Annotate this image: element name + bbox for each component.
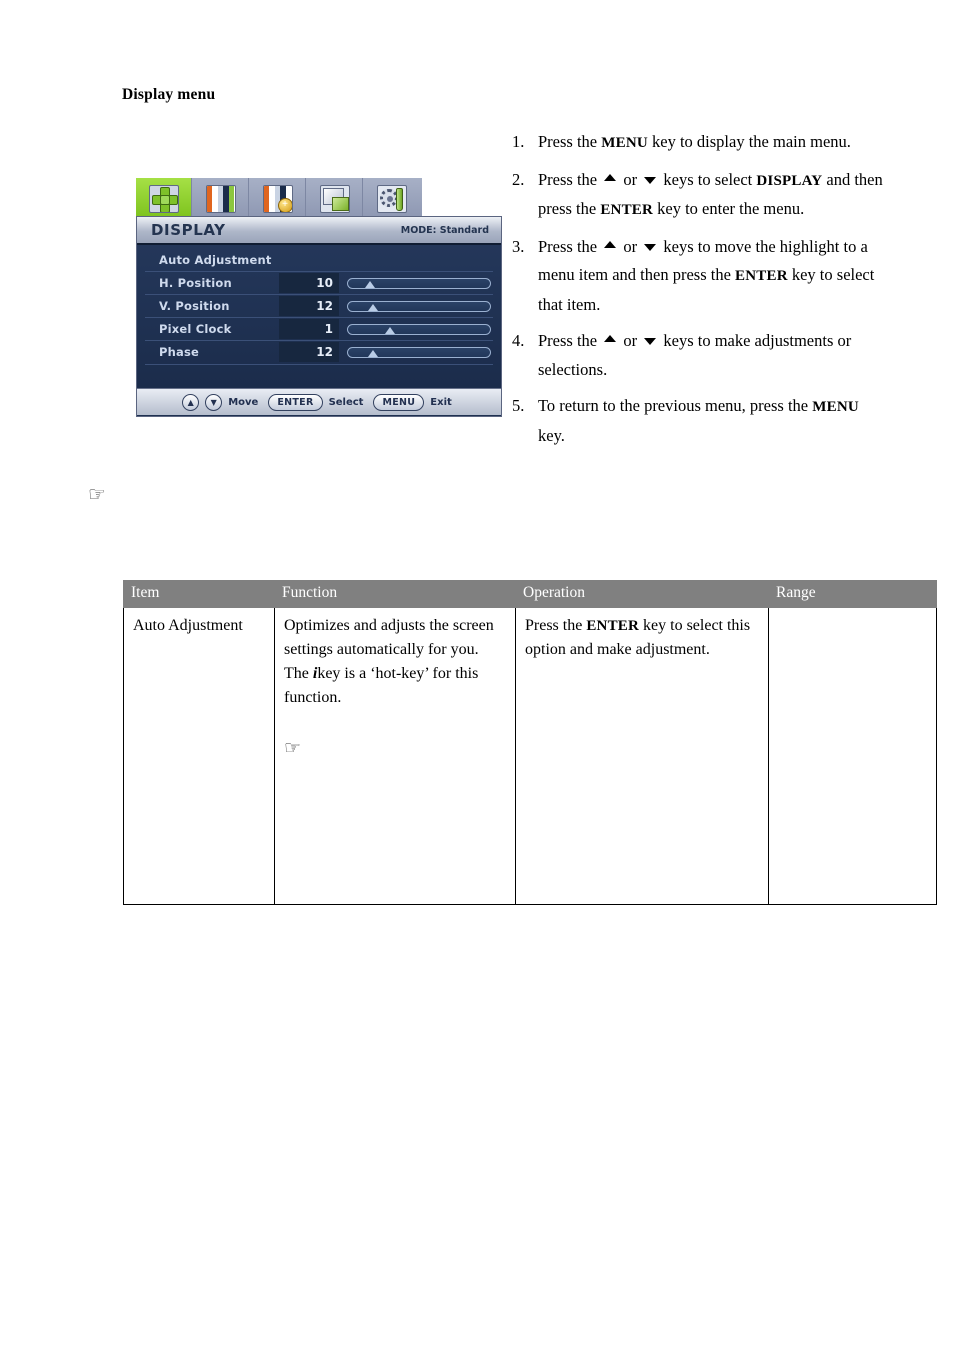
osd-item-list: Auto Adjustment H. Position 10 V. Positi… [137,245,501,388]
osd-tab-audio[interactable] [307,178,363,219]
hotkey-i-glyph: i [312,665,318,682]
down-arrow-icon [644,243,657,251]
osd-item-pixel-clock[interactable]: Pixel Clock 1 [145,318,493,341]
note-hand-icon: ☞ [88,482,106,506]
osd-tab-system[interactable] [364,178,420,219]
exit-label: Exit [430,396,452,408]
osd-title: DISPLAY [151,221,226,239]
gear-screwdriver-icon [377,184,407,213]
menu-key-icon[interactable]: MENU [373,393,425,411]
select-label: Select [328,396,364,408]
page-title: Display menu [122,86,216,103]
osd-item-slider[interactable] [347,277,491,289]
cell-operation: Press the ENTER key to select this optio… [515,607,769,905]
step-text: Press the MENU key to display the main m… [538,132,851,151]
menu-item-table: Item Function Operation Range Auto Adjus… [123,580,937,905]
osd-item-slider[interactable] [347,323,491,335]
instruction-step: 2. Press the or keys to select DISPLAY an… [512,166,884,225]
osd-title-bar: DISPLAY MODE: Standard [137,217,501,245]
key-name: MENU [601,135,648,151]
osd-item-value: 10 [279,273,339,293]
osd-item-label: Pixel Clock [159,322,232,336]
osd-tab-bar: + [136,178,502,219]
cell-item: Auto Adjustment [123,607,275,905]
color-bars-icon [205,184,236,213]
up-arrow-icon [604,335,617,342]
osd-item-label: V. Position [159,299,230,313]
up-arrow-icon [604,173,617,181]
step-text: Press the or keys to move the highlight … [538,236,875,314]
step-number: 5. [512,396,525,415]
move-arrows-icon [148,184,179,213]
osd-item-value: 1 [279,319,339,339]
step-number: 2. [512,169,525,189]
move-label: Move [228,396,259,408]
step-number: 1. [512,132,525,151]
osd-item-h-position[interactable]: H. Position 10 [145,272,493,295]
step-text: Press the or keys to select DISPLAY and … [538,169,883,219]
osd-item-value: 12 [279,296,339,316]
plus-badge-icon: + [277,197,292,212]
column-header-range: Range [768,580,937,608]
column-header-operation: Operation [515,580,769,608]
instruction-step: 5. To return to the previous menu, press … [512,392,884,450]
osd-item-slider[interactable] [347,346,491,358]
osd-panel: DISPLAY MODE: Standard Auto Adjustment H… [136,216,502,417]
key-name: ENTER [735,268,788,284]
osd-item-label: H. Position [159,276,232,290]
window-overlap-icon [319,184,350,213]
osd-footer-bar: ▲ ▼ Move ENTER Select MENU Exit [137,388,501,415]
note-hand-icon: ☞ [284,737,302,759]
key-name: ENTER [600,202,654,218]
enter-key-icon[interactable]: ENTER [268,393,323,411]
step-number: 3. [512,236,525,256]
osd-item-auto-adjustment[interactable]: Auto Adjustment [145,249,493,272]
color-bars-plus-icon: + [262,184,293,213]
cell-function: Optimizes and adjusts the screen setting… [274,607,516,905]
column-header-function: Function [274,580,516,608]
key-name: DISPLAY [756,172,823,189]
down-arrow-icon [644,176,657,184]
up-arrow-icon [604,240,617,248]
step-text: To return to the previous menu, press th… [538,396,859,445]
osd-item-slider[interactable] [347,300,491,312]
osd-item-label: Auto Adjustment [159,253,272,267]
key-name: ENTER [586,618,640,634]
down-arrow-icon [644,338,657,345]
table-row: Auto Adjustment Optimizes and adjusts th… [123,607,937,905]
instruction-steps: 1. Press the MENU key to display the main… [512,128,884,458]
osd-menu-figure: + DISPLAY MODE: Standard Auto Adjustment… [136,178,502,417]
down-arrow-key-icon[interactable]: ▼ [205,393,223,411]
osd-mode-label: MODE: Standard [400,224,489,236]
step-text: Press the or keys to make adjustments or… [538,331,852,379]
osd-item-value: 12 [279,342,339,362]
table-header-row: Item Function Operation Range [123,580,937,608]
instruction-step: 3. Press the or keys to move the highligh… [512,233,884,320]
instruction-step: 4. Press the or keys to make adjustments … [512,327,884,384]
osd-tab-display[interactable] [136,178,192,219]
osd-divider [145,363,493,365]
column-header-item: Item [123,580,275,608]
osd-tab-picture[interactable] [193,178,249,219]
instruction-step: 1. Press the MENU key to display the main… [512,128,884,158]
osd-tab-picture-advanced[interactable]: + [250,178,306,219]
osd-item-phase[interactable]: Phase 12 [145,341,493,363]
cell-range [768,607,937,905]
osd-item-label: Phase [159,345,200,359]
osd-item-v-position[interactable]: V. Position 12 [145,295,493,318]
up-arrow-key-icon[interactable]: ▲ [182,393,200,411]
step-number: 4. [512,331,525,350]
key-name: MENU [812,399,859,415]
